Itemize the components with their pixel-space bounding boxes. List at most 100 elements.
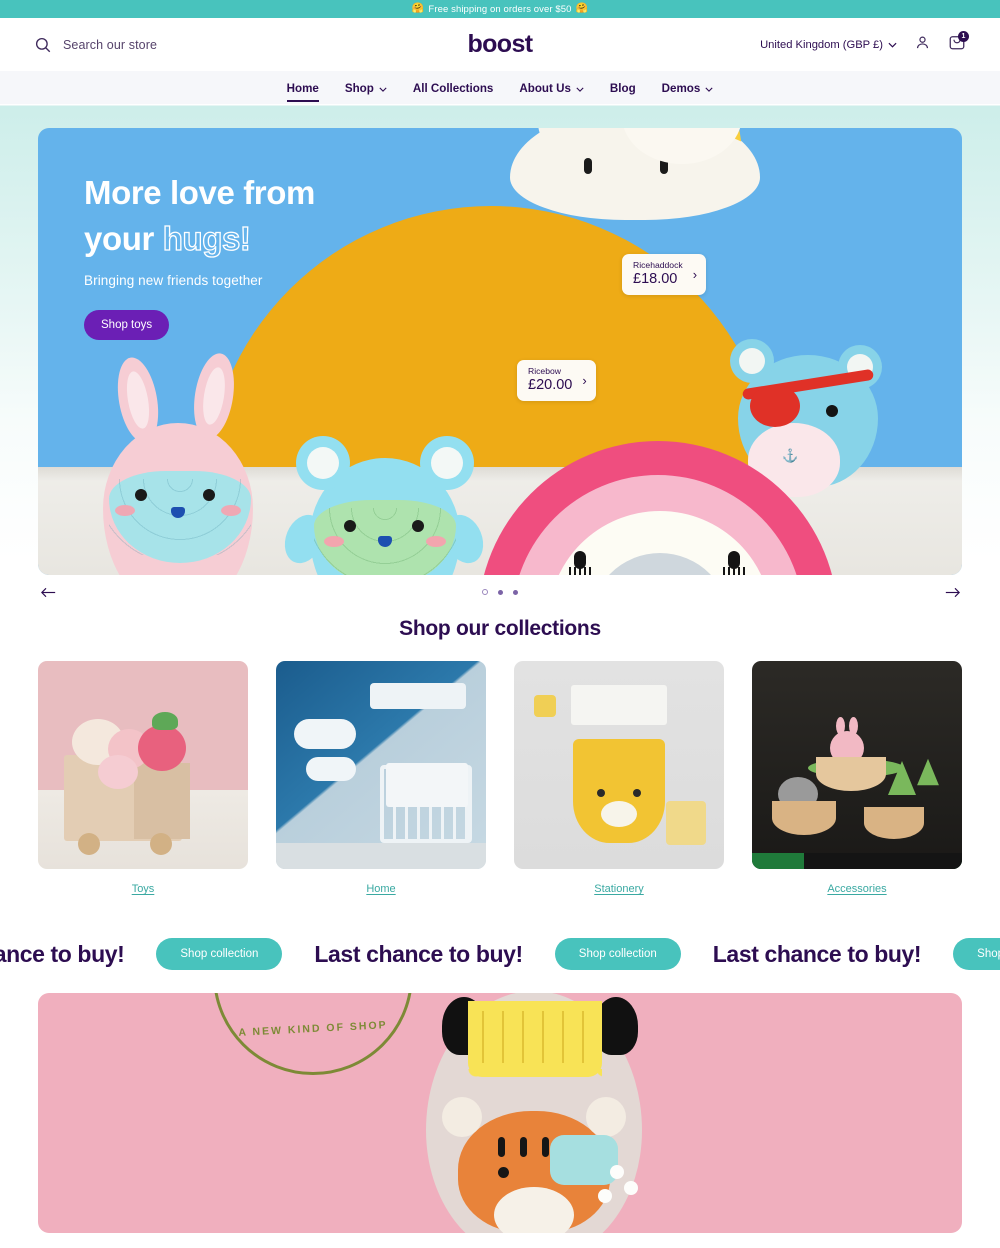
bear-ear-left <box>730 339 774 383</box>
carousel-dot-2[interactable] <box>498 589 503 595</box>
collection-image-home <box>276 661 486 869</box>
hotspot-price: £20.00 <box>528 376 573 393</box>
hero-section: ⚓ More love from your hugs! Bringing new… <box>0 104 1000 575</box>
hotspot-title: Ricehaddock <box>633 260 683 270</box>
carousel-prev-button[interactable] <box>38 582 58 602</box>
collections-title: Shop our collections <box>399 617 601 640</box>
cloud-eye-left <box>584 158 592 174</box>
announcement-text: Free shipping on orders over $50 <box>428 3 572 15</box>
chevron-right-icon: › <box>692 266 698 282</box>
party-emoji-right: 🤗 <box>575 3 589 14</box>
hero-slide: ⚓ More love from your hugs! Bringing new… <box>38 128 962 575</box>
announcement-bar: 🤗 Free shipping on orders over $50 🤗 <box>0 0 1000 18</box>
mouse-eye-left <box>344 520 356 532</box>
collections-section: Shop our collections Toys Home Stationer… <box>0 617 1000 895</box>
chevron-down-icon <box>705 82 713 95</box>
product-hotspot-ricehaddock[interactable]: Ricehaddock £18.00 › <box>622 254 707 296</box>
search-icon <box>34 36 52 54</box>
user-icon <box>914 34 931 56</box>
hero-carousel-controls <box>38 575 962 609</box>
collection-label[interactable]: Home <box>366 883 395 895</box>
product-hotspot-ricebow[interactable]: Ricebow £20.00 › <box>517 360 596 402</box>
chevron-right-icon: › <box>582 372 587 388</box>
mouse-plush-image <box>277 436 491 575</box>
hero-subheading: Bringing new friends together <box>84 273 263 289</box>
marquee-text: Last chance to buy! <box>712 940 922 967</box>
rainbow-eye-right <box>723 551 745 575</box>
shop-toys-button[interactable]: Shop toys <box>84 310 170 341</box>
carousel-next-button[interactable] <box>942 582 962 602</box>
chevron-down-icon <box>379 82 387 95</box>
search-placeholder: Search our store <box>63 37 158 52</box>
collection-label[interactable]: Accessories <box>827 883 886 895</box>
bear-eyepatch <box>750 385 800 427</box>
star-shape <box>700 128 756 142</box>
nav-item-about-us[interactable]: About Us <box>506 74 597 102</box>
mouse-eye-right <box>412 520 424 532</box>
nav-item-all-collections[interactable]: All Collections <box>400 74 507 102</box>
shop-collection-button[interactable]: Shop collection <box>554 938 681 970</box>
cloud-plush-image <box>510 128 760 220</box>
bear-eye <box>826 405 838 417</box>
hotspot-title: Ricebow <box>528 366 561 376</box>
hero-copy: More love from your hugs! Bringing new f… <box>84 170 315 341</box>
nav-label: About Us <box>519 81 571 95</box>
nav-item-blog[interactable]: Blog <box>597 74 649 102</box>
bunny-eye-left <box>135 489 147 501</box>
collection-label[interactable]: Stationery <box>594 883 644 895</box>
hotspot-price: £18.00 <box>633 270 678 287</box>
bunny-ear-left <box>111 354 165 446</box>
carousel-dots <box>482 589 518 595</box>
logo-text: boost <box>467 30 533 58</box>
locale-selector[interactable]: United Kingdom (GBP £) <box>760 39 897 51</box>
nav-label: All Collections <box>412 81 494 95</box>
collection-image-stationery <box>514 661 724 869</box>
main-navigation: Home Shop All Collections About Us Blog … <box>0 71 1000 104</box>
nav-label: Shop <box>344 81 374 95</box>
chevron-down-icon <box>888 39 897 51</box>
mouse-ear-right <box>420 436 474 490</box>
rainbow-eye-left <box>569 551 591 575</box>
party-emoji-left: 🤗 <box>411 3 425 14</box>
site-header: Search our store boost United Kingdom (G… <box>0 18 1000 71</box>
hero-heading-line2: your <box>84 219 163 257</box>
nav-label: Demos <box>661 81 701 95</box>
bottom-banner-section: A NEW KIND OF SHOP <box>0 983 1000 1233</box>
collection-label[interactable]: Toys <box>132 883 155 895</box>
cart-count-badge: 1 <box>958 31 969 42</box>
carousel-dot-3[interactable] <box>513 589 518 595</box>
marquee-text: Last chance to buy! <box>314 940 523 967</box>
marquee-track: Last chance to buy! Shop collection Last… <box>0 938 1000 970</box>
collection-card-toys[interactable]: Toys <box>38 661 248 895</box>
header-actions: United Kingdom (GBP £) 1 <box>760 31 969 56</box>
nav-item-shop[interactable]: Shop <box>332 74 400 102</box>
yellow-hair-shape <box>468 1001 602 1085</box>
mouse-ear-left <box>296 436 350 490</box>
shop-collection-button[interactable]: Shop collection <box>953 938 1000 970</box>
collection-image-toys <box>38 661 248 869</box>
bunny-eye-right <box>203 489 215 501</box>
shop-collection-button[interactable]: Shop collection <box>156 938 283 970</box>
nav-label: Blog <box>609 81 636 95</box>
nav-label: Home <box>286 81 319 95</box>
cloud-eye-right <box>660 158 668 174</box>
rainbow-plush-image <box>478 441 838 575</box>
nav-item-demos[interactable]: Demos <box>649 74 727 102</box>
soap-shape <box>550 1135 618 1185</box>
search-input[interactable]: Search our store <box>34 36 157 54</box>
collection-image-accessories <box>752 661 962 869</box>
collection-card-home[interactable]: Home <box>276 661 486 895</box>
account-button[interactable] <box>914 34 931 56</box>
cart-button[interactable]: 1 <box>948 31 969 56</box>
locale-label: United Kingdom (GBP £) <box>760 38 883 51</box>
collections-grid: Toys Home Stationery Accessories <box>0 661 1000 895</box>
hero-heading: More love from your hugs! <box>84 170 315 261</box>
hero-heading-line1: More love from <box>84 174 315 211</box>
carousel-dot-1[interactable] <box>482 589 488 595</box>
chevron-down-icon <box>576 82 584 95</box>
marquee-text: Last chance to buy! <box>0 940 125 967</box>
bottom-banner-image: A NEW KIND OF SHOP <box>38 993 962 1233</box>
collection-card-accessories[interactable]: Accessories <box>752 661 962 895</box>
nav-item-home[interactable]: Home <box>274 74 332 102</box>
collection-card-stationery[interactable]: Stationery <box>514 661 724 895</box>
